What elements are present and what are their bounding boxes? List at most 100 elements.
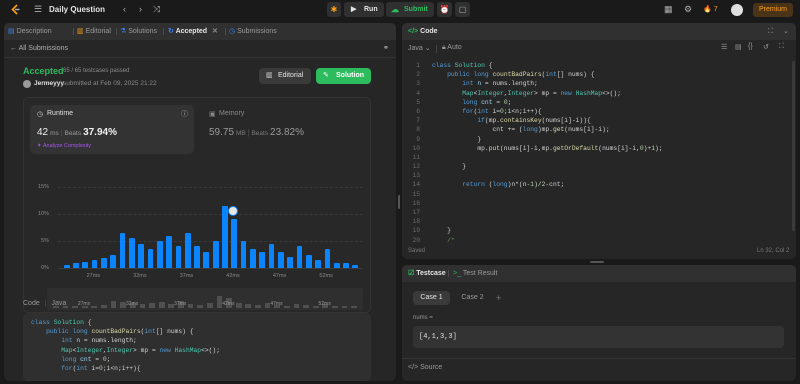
source-toggle[interactable]: </> Source [408, 364, 442, 371]
layout-grid-icon[interactable]: ▦ [664, 0, 673, 19]
analyze-complexity-link[interactable]: ✦ Analyze Complexity [37, 143, 91, 149]
runtime-bar[interactable] [82, 261, 89, 268]
code-brackets-icon: </> [408, 28, 419, 35]
timer-button[interactable]: ⏰ [437, 2, 452, 17]
fullscreen-icon[interactable]: ⛶ [779, 43, 784, 51]
runtime-bar[interactable] [119, 232, 126, 268]
runtime-bar[interactable] [101, 258, 107, 268]
memory-card[interactable]: ▣ Memory 59.75 MB | Beats 23.82% [202, 105, 366, 154]
divider [402, 358, 796, 359]
submit-button[interactable]: ☁ Submit [386, 2, 434, 17]
bookmark-icon[interactable]: ☰ [721, 43, 727, 51]
editorial-button[interactable]: ▥ Editorial [259, 68, 311, 84]
close-tab-icon[interactable]: ✕ [212, 28, 218, 35]
runtime-bar[interactable] [63, 264, 70, 268]
case-1-button[interactable]: Case 1 [413, 291, 450, 305]
runtime-bar[interactable] [324, 249, 331, 268]
runtime-bar[interactable] [240, 241, 247, 268]
premium-button[interactable]: Premium [753, 3, 793, 17]
shuffle-icon[interactable]: ⤨ [153, 0, 160, 19]
runtime-card[interactable]: ◷ Runtime ⓘ 42 ms | Beats 37.94% ✦ Analy… [30, 105, 194, 154]
runtime-bar[interactable] [91, 259, 98, 268]
runtime-label: Runtime [47, 110, 74, 117]
code-token: Integer [477, 89, 504, 97]
settings-gear-icon[interactable]: ⚙ [684, 0, 692, 19]
format-icon[interactable]: ▤ [735, 43, 742, 51]
runtime-bar[interactable] [138, 243, 145, 268]
submission-code-block[interactable]: class Solution { public long countBadPai… [23, 313, 371, 381]
runtime-bar[interactable] [203, 251, 210, 268]
editor-code-area[interactable]: class Solution { public long countBadPai… [432, 61, 782, 245]
code-token: } [432, 227, 451, 235]
code-header: Code | Java [23, 300, 66, 307]
param-value-input[interactable]: [4,1,3,3] [413, 326, 784, 348]
chart-overview-strip[interactable]: 27ms 32ms 37ms 42ms 47ms 52ms [47, 288, 363, 310]
submitter-name[interactable]: Jermeyyy [34, 80, 64, 87]
tab-accepted[interactable]: ↻ Accepted ✕ [168, 23, 218, 40]
solution-button[interactable]: ✎ Solution [316, 68, 371, 84]
info-icon[interactable]: ⓘ [181, 109, 188, 119]
runtime-bar[interactable] [277, 251, 284, 268]
runtime-bar[interactable] [296, 246, 303, 268]
runtime-bar[interactable] [315, 259, 321, 268]
runtime-bar[interactable] [305, 254, 312, 268]
runtime-bar[interactable] [222, 205, 228, 268]
leetcode-logo[interactable] [10, 4, 21, 15]
collapse-chevron-icon[interactable]: ⌄ [783, 23, 789, 40]
tab-submissions[interactable]: ◷ Submissions [229, 23, 277, 40]
prev-problem-icon[interactable]: ‹ [123, 0, 126, 19]
editor-scrollbar[interactable] [792, 61, 795, 231]
run-button[interactable]: ▶ Run [344, 2, 384, 17]
reset-icon[interactable]: ↺ [763, 43, 769, 51]
code-token: getOrDefault [552, 144, 599, 152]
code-token: } [432, 163, 467, 171]
runtime-bar[interactable] [110, 254, 117, 268]
debug-button[interactable]: ✱ [327, 2, 341, 17]
runtime-bar[interactable] [194, 246, 200, 268]
runtime-bar[interactable] [166, 235, 172, 268]
tab-solutions[interactable]: ⚗ Solutions [120, 23, 157, 40]
runtime-bar[interactable] [156, 241, 163, 268]
runtime-bar[interactable] [333, 262, 340, 268]
problem-title[interactable]: Daily Question [49, 0, 105, 19]
code-token: = [492, 98, 504, 106]
braces-icon[interactable]: {} [748, 43, 753, 50]
next-problem-icon[interactable]: › [139, 0, 142, 19]
all-submissions-link[interactable]: ← All Submissions [10, 43, 68, 54]
runtime-bar[interactable] [212, 241, 219, 268]
runtime-bar[interactable] [231, 219, 238, 268]
problem-list-icon[interactable]: ☰ [34, 0, 42, 19]
add-case-button[interactable]: + [496, 291, 501, 305]
runtime-bar[interactable] [184, 232, 191, 268]
language-select[interactable]: Java ⌄ [408, 44, 431, 52]
runtime-bar[interactable] [73, 262, 79, 268]
tab-editorial[interactable]: ▥ Editorial [77, 23, 111, 40]
tab-code[interactable]: </> Code [408, 23, 438, 40]
runtime-bar[interactable] [175, 246, 182, 268]
vertical-resize-handle[interactable] [398, 195, 400, 209]
case-2-button[interactable]: Case 2 [454, 291, 491, 305]
tab-test-result[interactable]: >_ Test Result [453, 265, 497, 282]
code-token: long [61, 355, 81, 363]
avatar[interactable] [731, 4, 743, 16]
runtime-bar[interactable] [343, 262, 349, 268]
streak-counter[interactable]: 🔥 7 [703, 0, 718, 19]
runtime-distribution-chart[interactable]: 15% 10% 5% 0% [24, 160, 372, 271]
runtime-bar[interactable] [287, 257, 294, 268]
runtime-bar[interactable] [147, 249, 154, 268]
auto-mode-toggle[interactable]: 🔒︎ Auto [442, 44, 462, 52]
tab-description[interactable]: ▤ Description [8, 23, 52, 40]
code-token: = nums.length; [481, 80, 538, 88]
horizontal-resize-handle[interactable] [590, 261, 604, 263]
notes-button[interactable]: ▢ [455, 2, 470, 17]
runtime-bar[interactable] [268, 243, 275, 268]
tab-testcase[interactable]: ☑ Testcase [408, 265, 446, 282]
share-link-icon[interactable]: ⚭ [383, 43, 389, 54]
runtime-bar[interactable] [250, 249, 256, 268]
maximize-icon[interactable]: ⛶ [768, 23, 773, 40]
runtime-bar[interactable] [128, 238, 135, 268]
runtime-bar[interactable] [352, 264, 359, 268]
runtime-bar[interactable] [259, 251, 266, 268]
